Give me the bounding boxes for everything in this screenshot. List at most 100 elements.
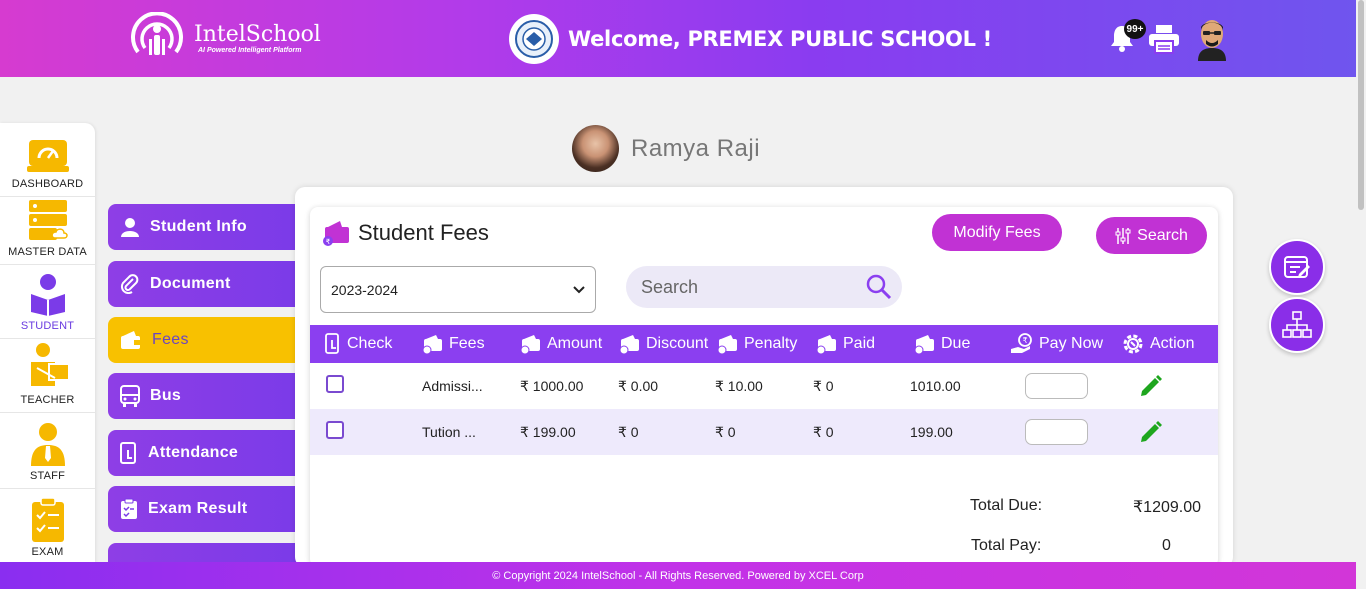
- fees-search-input[interactable]: Search: [626, 266, 902, 308]
- hand-coin-icon: ₹: [1011, 333, 1032, 353]
- user-avatar-icon[interactable]: [1194, 17, 1230, 61]
- tab-exam-result[interactable]: Exam Result: [108, 486, 298, 532]
- top-header: IntelSchool AI Powered Intelligent Platf…: [0, 0, 1356, 77]
- fee-paid: ₹ 0: [813, 423, 834, 440]
- student-profile: Ramya Raji: [572, 125, 760, 172]
- page-scrollbar-thumb[interactable]: [1358, 0, 1364, 210]
- row-checkbox[interactable]: [326, 421, 344, 439]
- welcome-text: Welcome, PREMEX PUBLIC SCHOOL !: [568, 27, 992, 51]
- col-amount: Amount: [520, 325, 602, 363]
- tab-document[interactable]: Document: [108, 261, 298, 307]
- total-pay-value: 0: [1162, 537, 1171, 554]
- col-fees: Fees: [422, 325, 485, 363]
- table-row: Admissi... ₹ 1000.00 ₹ 0.00 ₹ 10.00 ₹ 0 …: [310, 363, 1218, 409]
- brand-tagline: AI Powered Intelligent Platform: [198, 46, 302, 54]
- fee-wallet-icon: [717, 335, 737, 354]
- col-action: Action: [1121, 325, 1194, 363]
- academic-year-select[interactable]: 2023-2024: [320, 266, 596, 313]
- gear-icon: [1123, 334, 1143, 354]
- org-chart-icon: [1282, 311, 1312, 338]
- paperclip-icon: [120, 274, 139, 294]
- search-icon[interactable]: [866, 274, 892, 300]
- wallet-icon: [121, 331, 141, 349]
- fee-wallet-icon: [914, 335, 934, 354]
- edit-document-icon: [1284, 256, 1310, 278]
- fees-table-header: Check Fees Amount Discount Penalty Paid …: [310, 325, 1218, 363]
- fee-name: Tution ...: [422, 424, 476, 440]
- touch-icon: [120, 442, 136, 464]
- col-paid: Paid: [816, 325, 875, 363]
- school-emblem-icon: [515, 20, 553, 58]
- tab-fees[interactable]: Fees: [108, 317, 298, 363]
- total-pay-label: Total Pay:: [971, 537, 1042, 554]
- fee-wallet-icon: [520, 335, 540, 354]
- fee-penalty: ₹ 10.00: [715, 377, 763, 394]
- bus-icon: [120, 385, 140, 407]
- student-icon: [30, 274, 65, 316]
- col-pay-now: ₹ Pay Now: [1010, 325, 1103, 363]
- brand-logo[interactable]: IntelSchool AI Powered Intelligent Platf…: [128, 12, 321, 64]
- col-due: Due: [914, 325, 970, 363]
- brand-name: IntelSchool: [194, 21, 321, 47]
- staff-icon: [30, 423, 65, 466]
- fee-due: 199.00: [910, 424, 953, 440]
- student-name: Ramya Raji: [631, 134, 761, 162]
- student-photo: [572, 125, 619, 172]
- fee-penalty: ₹ 0: [715, 423, 736, 440]
- master-data-icon: [28, 200, 68, 240]
- total-due-label: Total Due:: [970, 497, 1043, 514]
- edit-pencil-icon[interactable]: [1138, 373, 1164, 399]
- student-fees-card: ₹ Student Fees Modify Fees Search 2023-2…: [310, 207, 1218, 567]
- hierarchy-fab-button[interactable]: [1269, 297, 1325, 353]
- nav-item-staff[interactable]: STAFF: [0, 415, 95, 489]
- chevron-down-icon: [573, 285, 585, 293]
- fee-name: Admissi...: [422, 378, 483, 394]
- col-discount: Discount: [619, 325, 708, 363]
- search-button[interactable]: Search: [1096, 217, 1207, 254]
- fee-wallet-icon: [422, 335, 442, 354]
- fee-discount: ₹ 0.00: [618, 377, 659, 394]
- svg-text:₹: ₹: [326, 238, 331, 246]
- printer-icon[interactable]: [1148, 24, 1180, 54]
- dashboard-icon: [26, 140, 69, 172]
- svg-text:₹: ₹: [1022, 336, 1027, 345]
- fee-amount: ₹ 1000.00: [520, 377, 584, 394]
- col-check: Check: [324, 325, 392, 363]
- notes-fab-button[interactable]: [1269, 239, 1325, 295]
- nav-item-dashboard[interactable]: DASHBOARD: [0, 123, 95, 197]
- pay-now-input[interactable]: [1025, 419, 1088, 445]
- fee-amount: ₹ 199.00: [520, 423, 576, 440]
- user-icon: [121, 218, 139, 237]
- school-logo: [509, 14, 559, 64]
- edit-pencil-icon[interactable]: [1138, 419, 1164, 445]
- page-footer: © Copyright 2024 IntelSchool - All Right…: [0, 562, 1356, 589]
- fee-discount: ₹ 0: [618, 423, 639, 440]
- row-checkbox[interactable]: [326, 375, 344, 393]
- fee-wallet-icon: [816, 335, 836, 354]
- filter-sliders-icon: [1115, 227, 1131, 244]
- clipboard-icon: [121, 498, 137, 519]
- fee-paid: ₹ 0: [813, 377, 834, 394]
- pay-now-input[interactable]: [1025, 373, 1088, 399]
- fees-wallet-icon: ₹: [323, 221, 349, 246]
- table-row: Tution ... ₹ 199.00 ₹ 0 ₹ 0 ₹ 0 199.00: [310, 409, 1218, 455]
- col-penalty: Penalty: [717, 325, 797, 363]
- exam-icon: [31, 498, 64, 542]
- main-sidebar: DASHBOARD MASTER DATA STUDENT TEACHER ST…: [0, 123, 95, 565]
- nav-item-teacher[interactable]: TEACHER: [0, 339, 95, 413]
- nav-item-exam[interactable]: EXAM: [0, 491, 95, 565]
- welcome-banner: Welcome, PREMEX PUBLIC SCHOOL !: [509, 14, 992, 64]
- touch-icon: [325, 333, 339, 354]
- tab-bus[interactable]: Bus: [108, 373, 298, 419]
- tab-attendance[interactable]: Attendance: [108, 430, 298, 476]
- fees-title: ₹ Student Fees: [322, 219, 489, 247]
- notification-badge: 99+: [1124, 19, 1146, 39]
- fee-due: 1010.00: [910, 378, 961, 394]
- modify-fees-button[interactable]: Modify Fees: [932, 214, 1062, 251]
- nav-item-master-data[interactable]: MASTER DATA: [0, 191, 95, 265]
- teacher-icon: [30, 343, 70, 386]
- total-due-value: ₹1209.00: [1133, 499, 1202, 516]
- tab-student-info[interactable]: Student Info: [108, 204, 298, 250]
- copyright-text: © Copyright 2024 IntelSchool - All Right…: [492, 569, 864, 582]
- nav-item-student[interactable]: STUDENT: [0, 265, 95, 339]
